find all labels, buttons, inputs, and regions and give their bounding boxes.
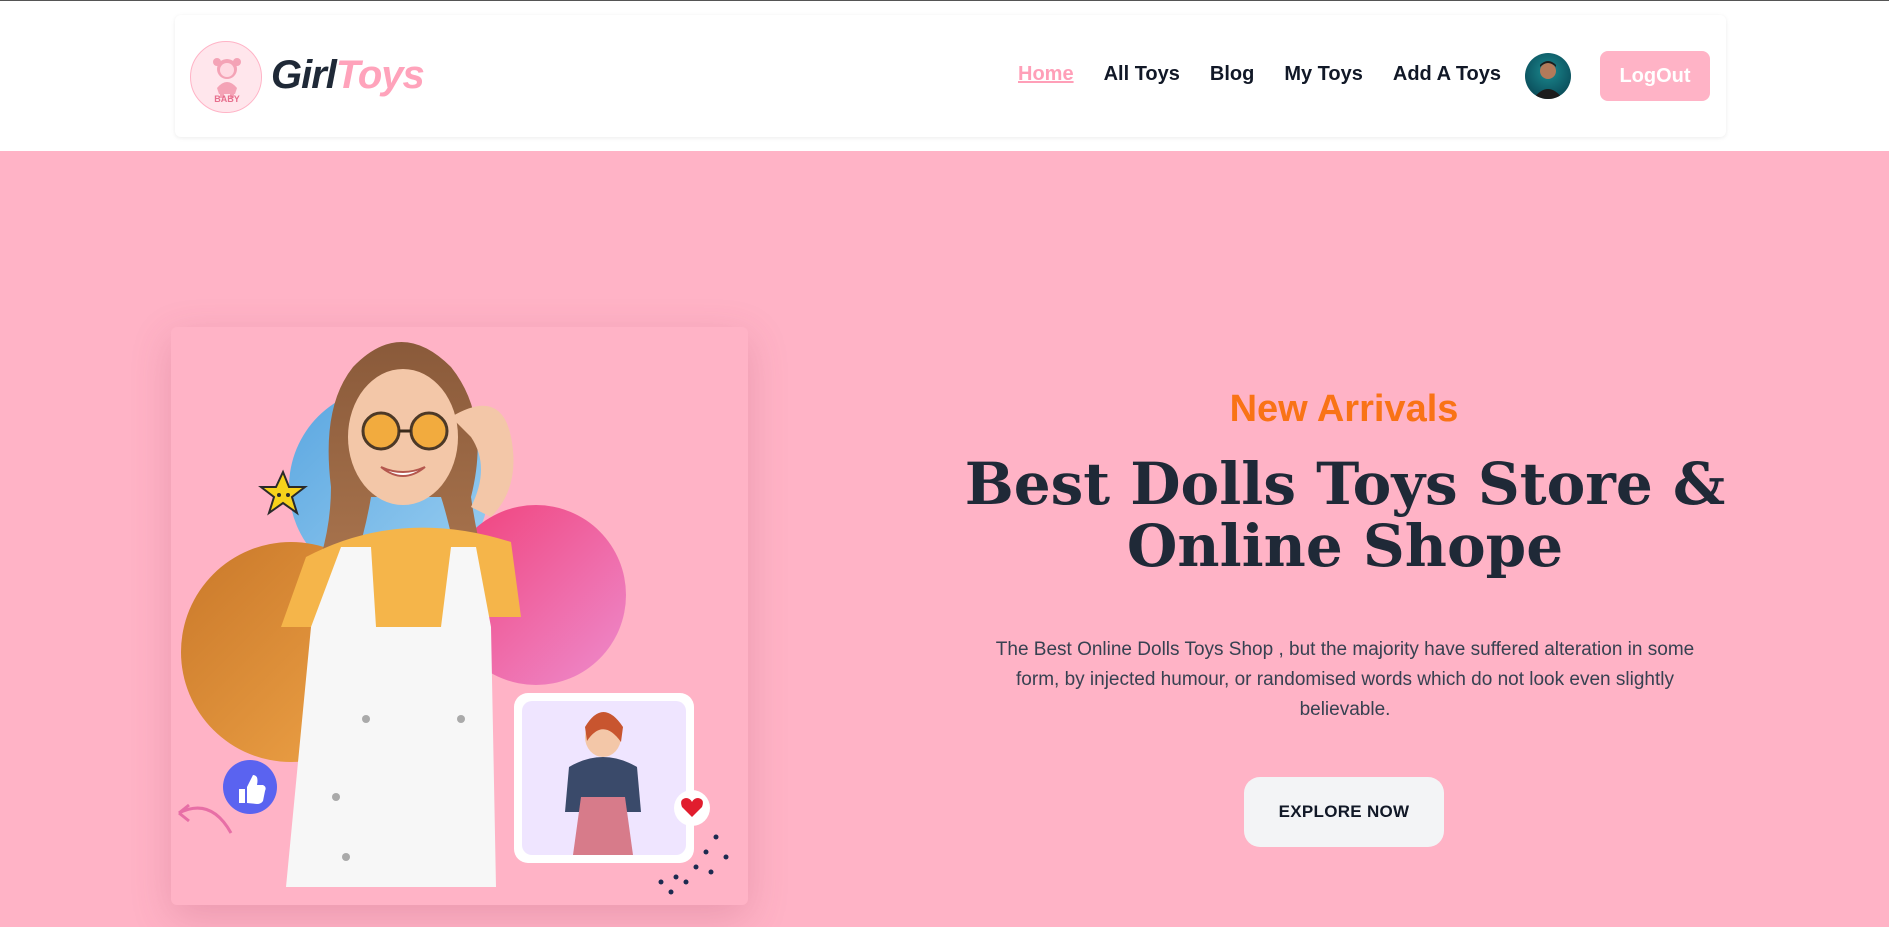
hero-title-line1: Best Dolls Toys Store & xyxy=(964,450,1726,518)
heart-icon xyxy=(674,790,710,826)
brand-logo[interactable]: GirlToys xyxy=(271,53,425,98)
hero-illustration xyxy=(178,342,729,895)
logo-badge-text: BABY xyxy=(214,94,240,104)
logout-button[interactable]: LogOut xyxy=(1600,51,1710,101)
hero-title: Best Dolls Toys Store & Online Shope xyxy=(930,453,1760,577)
eyebrow-new-arrivals: New Arrivals xyxy=(1229,388,1459,430)
nav-all-toys[interactable]: All Toys xyxy=(1104,63,1180,86)
explore-now-button[interactable]: EXPLORE NOW xyxy=(1244,777,1444,847)
doll-logo-icon[interactable]: BABY xyxy=(190,41,262,113)
nav-my-toys[interactable]: My Toys xyxy=(1284,63,1363,86)
hero-title-line2: Online Shope xyxy=(1126,512,1564,580)
brand-name-part1: Girl xyxy=(271,53,337,97)
nav-home[interactable]: Home xyxy=(1018,63,1074,86)
hero-image-card xyxy=(171,327,748,905)
like-icon xyxy=(223,760,277,814)
brand-name-part2: Toys xyxy=(335,53,425,97)
nav-add-a-toys[interactable]: Add A Toys xyxy=(1393,63,1501,86)
user-avatar[interactable] xyxy=(1525,53,1571,99)
nav-links: Home All Toys Blog My Toys Add A Toys xyxy=(1018,63,1531,86)
hero-description: The Best Online Dolls Toys Shop , but th… xyxy=(995,639,1695,720)
nav-blog[interactable]: Blog xyxy=(1210,63,1254,86)
navbar: BABY GirlToys Home All Toys Blog My Toys… xyxy=(175,15,1726,137)
